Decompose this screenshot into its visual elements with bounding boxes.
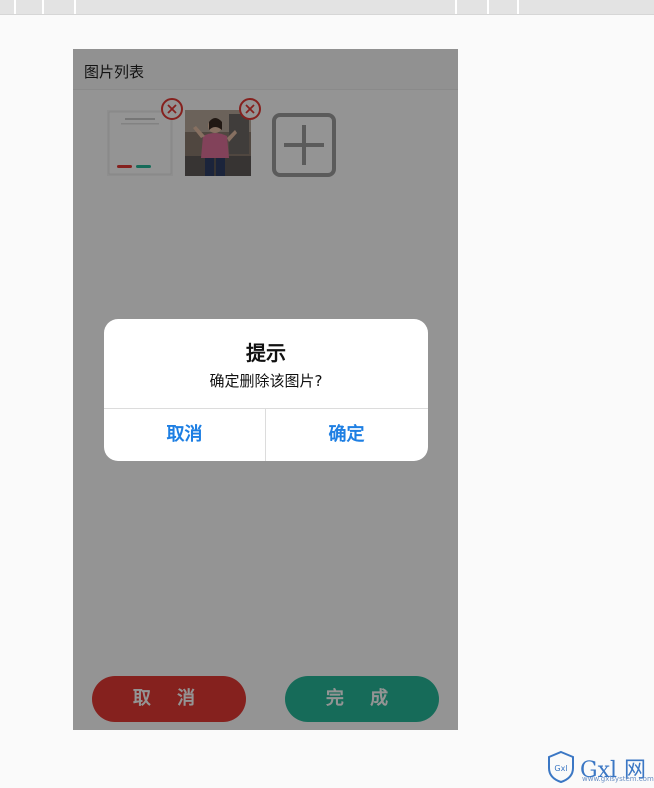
watermark-site: www.gxlsystem.com bbox=[582, 775, 654, 783]
dialog-title: 提示 bbox=[246, 341, 286, 365]
top-strip-divider bbox=[455, 0, 457, 14]
shield-icon: Gxl bbox=[548, 750, 574, 784]
top-strip-divider bbox=[42, 0, 44, 14]
svg-text:Gxl: Gxl bbox=[554, 764, 567, 773]
top-strip-divider bbox=[14, 0, 16, 14]
dialog-confirm-button[interactable]: 确定 bbox=[266, 409, 427, 461]
top-strip-divider bbox=[487, 0, 489, 14]
top-strip-divider bbox=[74, 0, 76, 14]
dialog-cancel-button[interactable]: 取消 bbox=[104, 409, 265, 461]
browser-top-strip bbox=[0, 0, 654, 15]
site-watermark: Gxl Gxl 网 www.gxlsystem.com bbox=[546, 750, 654, 784]
dialog-message: 确定删除该图片? bbox=[209, 372, 323, 390]
top-strip-divider bbox=[517, 0, 519, 14]
confirm-dialog: 提示 确定删除该图片? 取消 确定 bbox=[104, 319, 428, 461]
